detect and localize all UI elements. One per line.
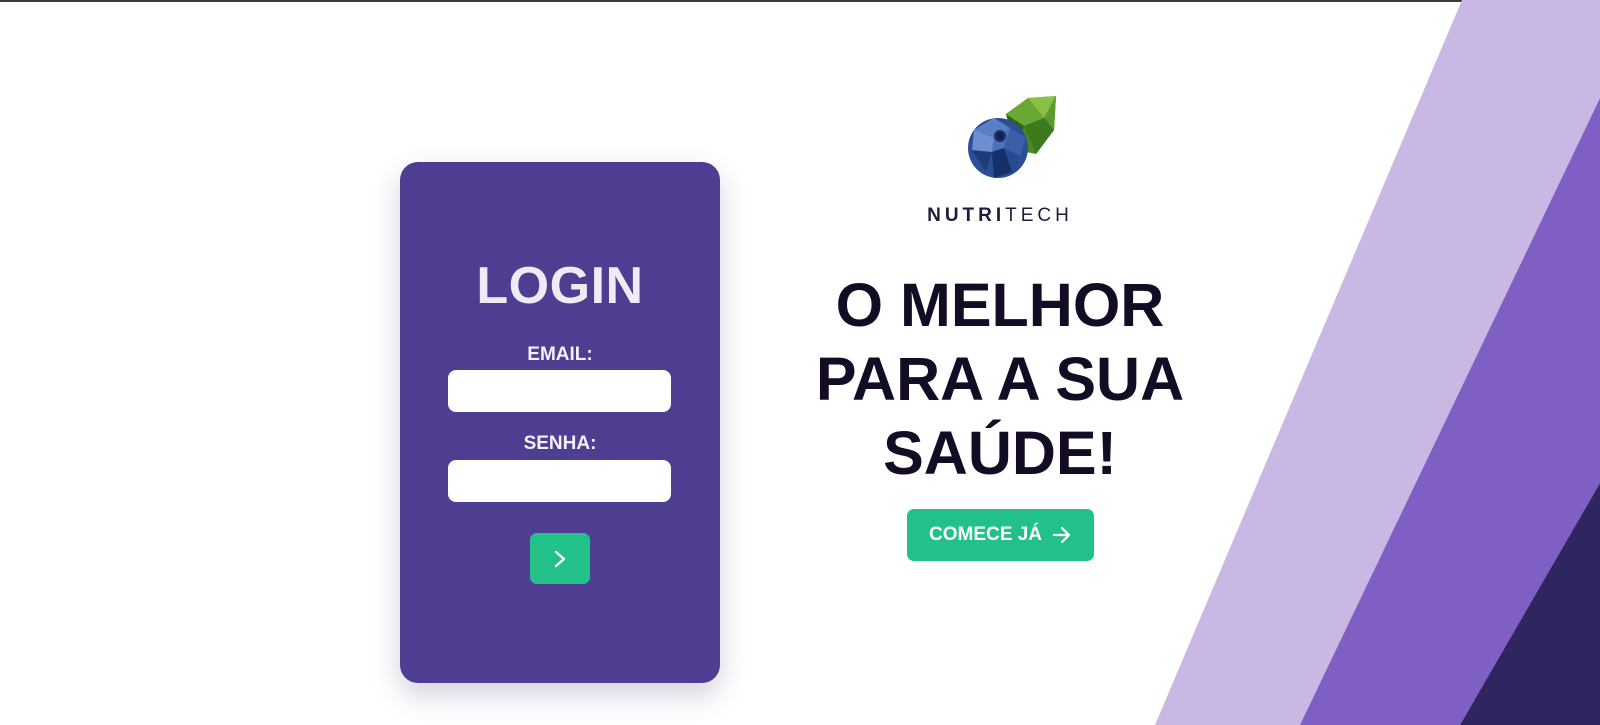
login-submit-button[interactable] — [530, 533, 590, 584]
password-field[interactable] — [448, 460, 671, 502]
chevron-right-icon — [554, 550, 566, 567]
arrow-right-icon — [1052, 526, 1072, 544]
email-field[interactable] — [448, 370, 671, 412]
brand-name: NUTRITECH — [900, 205, 1100, 227]
headline-line-2: PARA A SUA — [815, 345, 1185, 413]
hero-headline: O MELHOR PARA A SUA SAÚDE! — [800, 268, 1200, 490]
brand-name-light: TECH — [1005, 205, 1073, 226]
headline-line-3: SAÚDE! — [883, 419, 1117, 487]
start-now-label: COMECE JÁ — [929, 524, 1042, 545]
start-now-button[interactable]: COMECE JÁ — [907, 509, 1094, 561]
brand-name-bold: NUTRI — [927, 205, 1006, 226]
login-title: LOGIN — [476, 257, 644, 315]
email-label: EMAIL: — [527, 344, 593, 365]
headline-line-1: O MELHOR — [835, 271, 1165, 339]
login-card: LOGIN EMAIL: SENHA: — [400, 162, 720, 683]
password-label: SENHA: — [523, 433, 597, 454]
blueberry-leaf-logo — [968, 96, 1056, 178]
